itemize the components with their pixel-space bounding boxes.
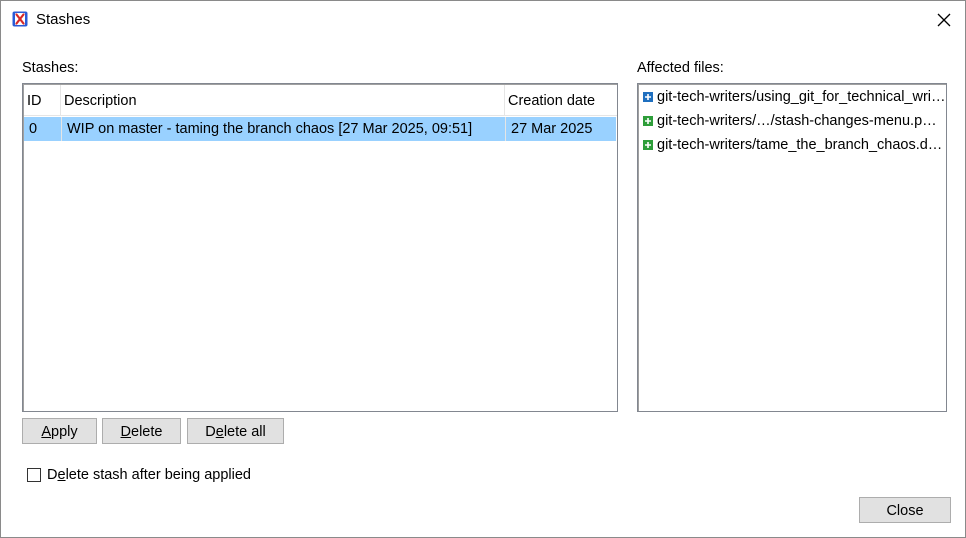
- column-header-creation-date[interactable]: Creation date: [505, 85, 617, 115]
- delete-after-apply-label[interactable]: Delete stash after being applied: [47, 467, 251, 483]
- delete-button[interactable]: Delete: [102, 418, 181, 444]
- apply-label: pply: [51, 424, 78, 440]
- row-creation-date-cell: 27 Mar 2025: [505, 117, 616, 141]
- option-label: lete stash after being applied: [65, 467, 251, 483]
- stashes-label: Stashes:: [22, 60, 79, 76]
- file-path: git-tech-writers/tame_the_branch_chaos.d…: [657, 137, 943, 153]
- apply-mnemonic: A: [41, 424, 52, 440]
- delete-mnemonic: D: [120, 424, 132, 440]
- affected-files-label: Affected files:: [637, 60, 724, 76]
- apply-button[interactable]: Apply: [22, 418, 97, 444]
- window-title: Stashes: [36, 11, 91, 28]
- list-item[interactable]: git-tech-writers/using_git_for_technical…: [642, 86, 946, 108]
- column-header-id[interactable]: ID: [24, 85, 61, 115]
- title-bar: Stashes: [1, 1, 965, 39]
- file-path: git-tech-writers/…/stash-changes-menu.p…: [657, 113, 937, 129]
- file-path: git-tech-writers/using_git_for_technical…: [657, 89, 946, 105]
- added-file-icon: [643, 140, 653, 150]
- stashes-table[interactable]: ID Description Creation date 0 WIP on ma…: [22, 83, 618, 412]
- delete-all-prefix: D: [205, 424, 216, 440]
- option-mnemonic: e: [57, 467, 66, 483]
- delete-all-button[interactable]: Delete all: [187, 418, 284, 444]
- row-id-cell: 0: [29, 121, 38, 137]
- affected-files-list[interactable]: git-tech-writers/using_git_for_technical…: [637, 83, 947, 412]
- delete-label: elete: [131, 424, 163, 440]
- delete-all-label: lete all: [223, 424, 266, 440]
- oxygen-app-icon: [12, 11, 28, 27]
- list-item[interactable]: git-tech-writers/…/stash-changes-menu.p…: [642, 110, 946, 132]
- stashes-dialog: Stashes Stashes: ID Description Creation…: [0, 0, 966, 538]
- list-item[interactable]: git-tech-writers/tame_the_branch_chaos.d…: [642, 134, 946, 156]
- delete-after-apply-checkbox[interactable]: [27, 468, 41, 482]
- modified-file-icon: [643, 92, 653, 102]
- row-description-cell: WIP on master - taming the branch chaos …: [61, 117, 505, 141]
- close-icon[interactable]: [931, 7, 957, 33]
- column-header-description[interactable]: Description: [61, 85, 505, 115]
- close-button[interactable]: Close: [859, 497, 951, 523]
- option-prefix: D: [47, 467, 58, 483]
- table-header: ID Description Creation date: [24, 85, 617, 116]
- delete-all-mnemonic: e: [215, 424, 224, 440]
- table-row[interactable]: 0 WIP on master - taming the branch chao…: [24, 117, 616, 141]
- added-file-icon: [643, 116, 653, 126]
